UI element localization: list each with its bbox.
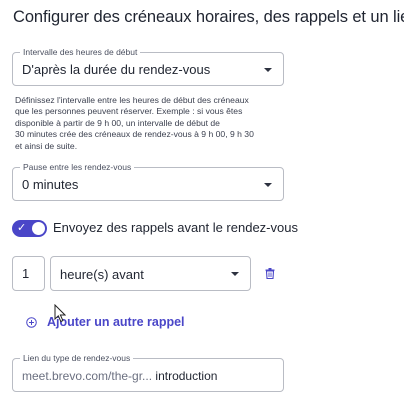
chevron-down-icon: [264, 183, 272, 187]
helper-line: et ainsi de suite.: [15, 140, 78, 151]
appointment-link-value: meet.brevo.com/the-gr... introduction: [22, 369, 217, 383]
reminder-amount-value: 1: [22, 266, 30, 281]
check-icon: ✓: [17, 222, 27, 234]
appointment-link-field[interactable]: Lien du type de rendez-vous meet.brevo.c…: [12, 352, 284, 392]
toggle-knob: [32, 222, 45, 235]
chevron-down-icon: [264, 68, 272, 72]
reminder-amount-input[interactable]: 1: [12, 256, 45, 291]
reminder-unit-select[interactable]: heure(s) avant: [50, 256, 251, 291]
trash-icon[interactable]: [265, 268, 275, 279]
add-reminder-button[interactable]: Ajouter un autre rappel: [26, 315, 185, 329]
start-interval-value: D'après la durée du rendez-vous: [22, 62, 211, 77]
mouse-cursor-icon: [54, 304, 66, 323]
start-interval-helper-text: Définissez l'intervalle entre les heures…: [15, 95, 275, 152]
reminder-unit-value: heure(s) avant: [60, 267, 144, 282]
helper-line: 30 minutes crée des créneaux de rendez-v…: [15, 129, 254, 140]
add-reminder-label: Ajouter un autre rappel: [47, 315, 185, 329]
helper-line: disponible à partir de 9 h 00, un interv…: [15, 117, 220, 128]
start-interval-select[interactable]: Intervalle des heures de début D'après l…: [12, 46, 284, 86]
pause-label: Pause entre les rendez-vous: [20, 161, 135, 173]
pause-value: 0 minutes: [22, 177, 79, 192]
helper-line: Définissez l'intervalle entre les heures…: [15, 95, 249, 105]
link-prefix: meet.brevo.com/the-gr...: [22, 369, 153, 383]
reminders-toggle[interactable]: ✓: [12, 220, 47, 237]
start-interval-label: Intervalle des heures de début: [20, 46, 141, 58]
reminders-toggle-label: Envoyez des rappels avant le rendez-vous: [53, 220, 298, 235]
chevron-down-icon: [231, 272, 239, 276]
helper-line: que les personnes peuvent réserver. Exem…: [15, 106, 243, 117]
appointment-link-label: Lien du type de rendez-vous: [20, 352, 134, 364]
section-title: Configurer des créneaux horaires, des ra…: [13, 8, 404, 26]
plus-circle-icon: [26, 316, 37, 328]
pause-select[interactable]: Pause entre les rendez-vous 0 minutes: [12, 161, 284, 201]
link-slug-input[interactable]: introduction: [155, 369, 217, 383]
scheduling-settings-panel: Configurer des créneaux horaires, des ra…: [0, 0, 404, 395]
